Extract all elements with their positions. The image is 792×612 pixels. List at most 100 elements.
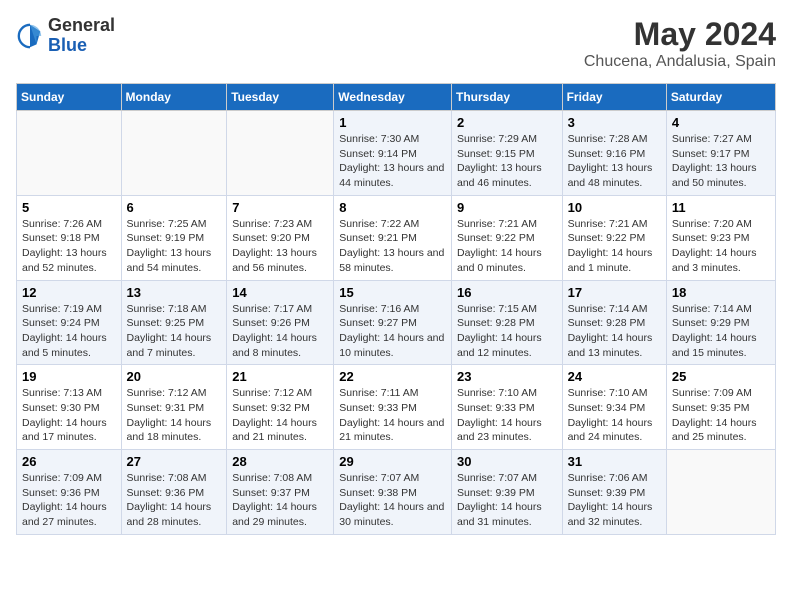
day-number: 25 <box>672 369 770 384</box>
calendar-table: Sunday Monday Tuesday Wednesday Thursday… <box>16 83 776 535</box>
day-number: 27 <box>127 454 222 469</box>
day-number: 4 <box>672 115 770 130</box>
day-number: 26 <box>22 454 116 469</box>
calendar-week-row: 19 Sunrise: 7:13 AMSunset: 9:30 PMDaylig… <box>17 365 776 450</box>
day-number: 13 <box>127 285 222 300</box>
day-number: 22 <box>339 369 446 384</box>
table-row: 24 Sunrise: 7:10 AMSunset: 9:34 PMDaylig… <box>562 365 666 450</box>
logo-blue-text: Blue <box>48 35 87 55</box>
day-info: Sunrise: 7:18 AMSunset: 9:25 PMDaylight:… <box>127 303 212 359</box>
table-row <box>17 111 122 196</box>
header-saturday: Saturday <box>666 84 775 111</box>
day-number: 17 <box>568 285 661 300</box>
day-info: Sunrise: 7:25 AMSunset: 9:19 PMDaylight:… <box>127 218 212 274</box>
day-info: Sunrise: 7:14 AMSunset: 9:29 PMDaylight:… <box>672 303 757 359</box>
day-info: Sunrise: 7:12 AMSunset: 9:31 PMDaylight:… <box>127 387 212 443</box>
day-info: Sunrise: 7:30 AMSunset: 9:14 PMDaylight:… <box>339 133 444 189</box>
table-row: 22 Sunrise: 7:11 AMSunset: 9:33 PMDaylig… <box>334 365 452 450</box>
header-friday: Friday <box>562 84 666 111</box>
table-row: 13 Sunrise: 7:18 AMSunset: 9:25 PMDaylig… <box>121 280 227 365</box>
table-row: 16 Sunrise: 7:15 AMSunset: 9:28 PMDaylig… <box>451 280 562 365</box>
page-header: General Blue May 2024 Chucena, Andalusia… <box>16 16 776 71</box>
header-tuesday: Tuesday <box>227 84 334 111</box>
day-number: 3 <box>568 115 661 130</box>
table-row: 27 Sunrise: 7:08 AMSunset: 9:36 PMDaylig… <box>121 450 227 535</box>
day-info: Sunrise: 7:19 AMSunset: 9:24 PMDaylight:… <box>22 303 107 359</box>
header-sunday: Sunday <box>17 84 122 111</box>
table-row <box>121 111 227 196</box>
day-info: Sunrise: 7:22 AMSunset: 9:21 PMDaylight:… <box>339 218 444 274</box>
table-row: 19 Sunrise: 7:13 AMSunset: 9:30 PMDaylig… <box>17 365 122 450</box>
table-row: 18 Sunrise: 7:14 AMSunset: 9:29 PMDaylig… <box>666 280 775 365</box>
day-number: 12 <box>22 285 116 300</box>
day-info: Sunrise: 7:07 AMSunset: 9:38 PMDaylight:… <box>339 472 444 528</box>
table-row: 12 Sunrise: 7:19 AMSunset: 9:24 PMDaylig… <box>17 280 122 365</box>
day-number: 7 <box>232 200 328 215</box>
day-info: Sunrise: 7:20 AMSunset: 9:23 PMDaylight:… <box>672 218 757 274</box>
day-info: Sunrise: 7:09 AMSunset: 9:35 PMDaylight:… <box>672 387 757 443</box>
day-info: Sunrise: 7:16 AMSunset: 9:27 PMDaylight:… <box>339 303 444 359</box>
table-row: 9 Sunrise: 7:21 AMSunset: 9:22 PMDayligh… <box>451 195 562 280</box>
table-row: 10 Sunrise: 7:21 AMSunset: 9:22 PMDaylig… <box>562 195 666 280</box>
table-row <box>666 450 775 535</box>
day-info: Sunrise: 7:08 AMSunset: 9:36 PMDaylight:… <box>127 472 212 528</box>
day-number: 6 <box>127 200 222 215</box>
day-info: Sunrise: 7:26 AMSunset: 9:18 PMDaylight:… <box>22 218 107 274</box>
table-row: 4 Sunrise: 7:27 AMSunset: 9:17 PMDayligh… <box>666 111 775 196</box>
header-wednesday: Wednesday <box>334 84 452 111</box>
day-number: 10 <box>568 200 661 215</box>
day-info: Sunrise: 7:27 AMSunset: 9:17 PMDaylight:… <box>672 133 757 189</box>
calendar-week-row: 26 Sunrise: 7:09 AMSunset: 9:36 PMDaylig… <box>17 450 776 535</box>
day-number: 24 <box>568 369 661 384</box>
table-row: 21 Sunrise: 7:12 AMSunset: 9:32 PMDaylig… <box>227 365 334 450</box>
table-row: 29 Sunrise: 7:07 AMSunset: 9:38 PMDaylig… <box>334 450 452 535</box>
day-info: Sunrise: 7:23 AMSunset: 9:20 PMDaylight:… <box>232 218 317 274</box>
subtitle: Chucena, Andalusia, Spain <box>584 53 776 71</box>
table-row: 6 Sunrise: 7:25 AMSunset: 9:19 PMDayligh… <box>121 195 227 280</box>
day-number: 30 <box>457 454 557 469</box>
day-number: 18 <box>672 285 770 300</box>
day-info: Sunrise: 7:21 AMSunset: 9:22 PMDaylight:… <box>457 218 542 274</box>
table-row: 26 Sunrise: 7:09 AMSunset: 9:36 PMDaylig… <box>17 450 122 535</box>
day-info: Sunrise: 7:10 AMSunset: 9:33 PMDaylight:… <box>457 387 542 443</box>
day-number: 29 <box>339 454 446 469</box>
main-title: May 2024 <box>584 16 776 53</box>
table-row: 20 Sunrise: 7:12 AMSunset: 9:31 PMDaylig… <box>121 365 227 450</box>
day-number: 1 <box>339 115 446 130</box>
table-row: 31 Sunrise: 7:06 AMSunset: 9:39 PMDaylig… <box>562 450 666 535</box>
day-number: 21 <box>232 369 328 384</box>
day-info: Sunrise: 7:29 AMSunset: 9:15 PMDaylight:… <box>457 133 542 189</box>
table-row <box>227 111 334 196</box>
day-number: 8 <box>339 200 446 215</box>
logo-general-text: General <box>48 15 115 35</box>
day-info: Sunrise: 7:06 AMSunset: 9:39 PMDaylight:… <box>568 472 653 528</box>
table-row: 11 Sunrise: 7:20 AMSunset: 9:23 PMDaylig… <box>666 195 775 280</box>
day-info: Sunrise: 7:09 AMSunset: 9:36 PMDaylight:… <box>22 472 107 528</box>
table-row: 25 Sunrise: 7:09 AMSunset: 9:35 PMDaylig… <box>666 365 775 450</box>
day-info: Sunrise: 7:07 AMSunset: 9:39 PMDaylight:… <box>457 472 542 528</box>
logo: General Blue <box>16 16 115 56</box>
table-row: 7 Sunrise: 7:23 AMSunset: 9:20 PMDayligh… <box>227 195 334 280</box>
day-number: 31 <box>568 454 661 469</box>
calendar-header-row: Sunday Monday Tuesday Wednesday Thursday… <box>17 84 776 111</box>
day-number: 16 <box>457 285 557 300</box>
table-row: 17 Sunrise: 7:14 AMSunset: 9:28 PMDaylig… <box>562 280 666 365</box>
logo-icon <box>16 22 44 50</box>
table-row: 23 Sunrise: 7:10 AMSunset: 9:33 PMDaylig… <box>451 365 562 450</box>
day-info: Sunrise: 7:14 AMSunset: 9:28 PMDaylight:… <box>568 303 653 359</box>
table-row: 14 Sunrise: 7:17 AMSunset: 9:26 PMDaylig… <box>227 280 334 365</box>
day-number: 11 <box>672 200 770 215</box>
day-number: 28 <box>232 454 328 469</box>
day-number: 19 <box>22 369 116 384</box>
day-info: Sunrise: 7:28 AMSunset: 9:16 PMDaylight:… <box>568 133 653 189</box>
day-number: 23 <box>457 369 557 384</box>
title-block: May 2024 Chucena, Andalusia, Spain <box>584 16 776 71</box>
day-info: Sunrise: 7:13 AMSunset: 9:30 PMDaylight:… <box>22 387 107 443</box>
table-row: 30 Sunrise: 7:07 AMSunset: 9:39 PMDaylig… <box>451 450 562 535</box>
table-row: 1 Sunrise: 7:30 AMSunset: 9:14 PMDayligh… <box>334 111 452 196</box>
day-number: 14 <box>232 285 328 300</box>
day-info: Sunrise: 7:12 AMSunset: 9:32 PMDaylight:… <box>232 387 317 443</box>
day-info: Sunrise: 7:15 AMSunset: 9:28 PMDaylight:… <box>457 303 542 359</box>
day-info: Sunrise: 7:17 AMSunset: 9:26 PMDaylight:… <box>232 303 317 359</box>
header-thursday: Thursday <box>451 84 562 111</box>
